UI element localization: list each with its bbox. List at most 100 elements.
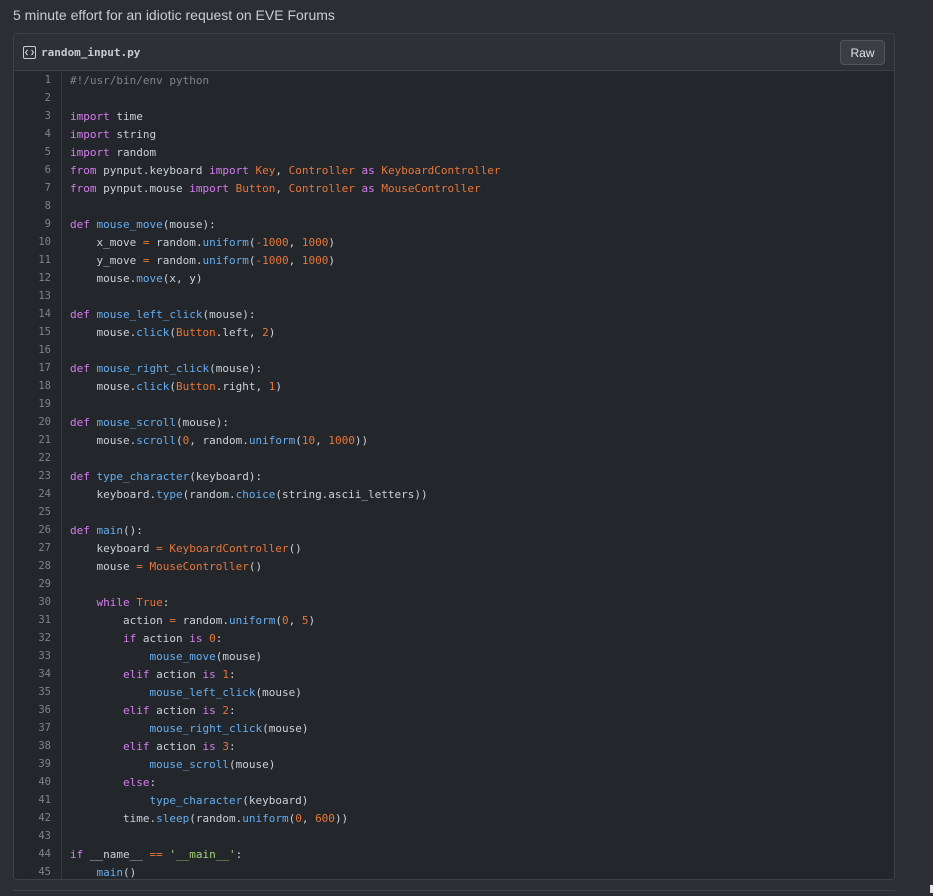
line-number[interactable]: 35	[14, 686, 51, 698]
line-number[interactable]: 16	[14, 344, 51, 356]
raw-button[interactable]: Raw	[840, 40, 885, 65]
code-token: string	[109, 127, 157, 141]
code-token: time	[109, 109, 143, 123]
line-number[interactable]: 4	[14, 128, 51, 140]
code-line: 23 def type_character(keyboard):	[14, 467, 894, 485]
line-number[interactable]: 26	[14, 524, 51, 536]
line-number[interactable]: 38	[14, 740, 51, 752]
line-number[interactable]: 6	[14, 164, 51, 176]
code-token: uniform	[202, 235, 249, 249]
file-name-link[interactable]: random_input.py	[41, 46, 140, 59]
code-token: is	[202, 667, 216, 681]
line-number[interactable]: 45	[14, 866, 51, 878]
code-token: mouse.	[70, 379, 137, 393]
line-number[interactable]: 21	[14, 434, 51, 446]
line-number[interactable]: 41	[14, 794, 51, 806]
line-number[interactable]: 20	[14, 416, 51, 428]
line-number[interactable]: 22	[14, 452, 51, 464]
code-token: Controller	[288, 181, 355, 195]
line-number[interactable]: 31	[14, 614, 51, 626]
code-text: mouse.click(Button.left, 2)	[70, 326, 275, 339]
code-line: 8	[14, 197, 894, 215]
code-token: click	[136, 379, 170, 393]
line-number[interactable]: 14	[14, 308, 51, 320]
line-number[interactable]: 5	[14, 146, 51, 158]
line-number[interactable]: 40	[14, 776, 51, 788]
code-token: elif	[122, 667, 150, 681]
code-text: keyboard = KeyboardController()	[70, 542, 301, 555]
code-token: True	[136, 595, 163, 609]
code-token: ()	[248, 559, 263, 573]
line-number[interactable]: 42	[14, 812, 51, 824]
code-file-icon	[23, 45, 36, 59]
line-number[interactable]: 11	[14, 254, 51, 266]
line-number[interactable]: 10	[14, 236, 51, 248]
code-token: mouse_move	[149, 649, 216, 663]
code-token: def	[70, 361, 90, 375]
code-line: 17 def mouse_right_click(mouse):	[14, 359, 894, 377]
code-text: y_move = random.uniform(-1000, 1000)	[70, 253, 334, 267]
line-number[interactable]: 9	[14, 218, 51, 230]
code-token: __name__	[83, 847, 150, 861]
code-token: (mouse):	[162, 217, 216, 231]
code-token: choice	[235, 487, 276, 501]
code-text: from pynput.keyboard import Key, Control…	[70, 164, 501, 177]
code-token: (keyboard):	[189, 469, 263, 483]
code-token: ,	[275, 163, 289, 177]
code-line: 11 y_move = random.uniform(-1000, 1000)	[14, 251, 894, 269]
line-number[interactable]: 44	[14, 848, 51, 860]
line-number[interactable]: 29	[14, 578, 51, 590]
code-token: def	[70, 523, 90, 537]
line-number[interactable]: 1	[14, 74, 51, 86]
line-number[interactable]: 24	[14, 488, 51, 500]
code-line: 43	[14, 827, 894, 845]
line-number[interactable]: 25	[14, 506, 51, 518]
code-token: random.	[149, 235, 203, 249]
line-number[interactable]: 7	[14, 182, 51, 194]
line-number[interactable]: 34	[14, 668, 51, 680]
code-text: mouse.click(Button.right, 1)	[70, 379, 281, 393]
line-number[interactable]: 32	[14, 632, 51, 644]
code-token: #!/usr/bin/env python	[70, 73, 210, 87]
line-number[interactable]: 2	[14, 92, 51, 104]
code-token: ))	[354, 433, 369, 447]
line-number[interactable]: 36	[14, 704, 51, 716]
line-number[interactable]: 18	[14, 380, 51, 392]
line-number[interactable]: 28	[14, 560, 51, 572]
code-line: 39 mouse_scroll(mouse)	[14, 755, 894, 773]
code-token: Controller	[288, 163, 355, 177]
code-token: .left,	[215, 325, 263, 339]
code-token: ,	[288, 253, 302, 267]
line-number[interactable]: 37	[14, 722, 51, 734]
code-line: 28 mouse = MouseController()	[14, 557, 894, 575]
code-text: def main():	[70, 524, 143, 537]
line-number[interactable]: 19	[14, 398, 51, 410]
line-number[interactable]: 15	[14, 326, 51, 338]
line-number[interactable]: 12	[14, 272, 51, 284]
line-number[interactable]: 43	[14, 830, 51, 842]
line-number[interactable]: 13	[14, 290, 51, 302]
line-number[interactable]: 17	[14, 362, 51, 374]
line-number[interactable]: 8	[14, 200, 51, 212]
line-number[interactable]: 23	[14, 470, 51, 482]
code-token: mouse_right_click	[96, 361, 210, 375]
code-token: (mouse)	[255, 685, 302, 699]
line-number[interactable]: 3	[14, 110, 51, 122]
code-text: if action is 0:	[70, 632, 222, 645]
code-text: action = random.uniform(0, 5)	[70, 614, 315, 627]
code-token: 2	[222, 703, 229, 717]
code-token: :	[215, 631, 223, 645]
line-number[interactable]: 27	[14, 542, 51, 554]
code-token: (	[275, 613, 282, 627]
line-number[interactable]: 33	[14, 650, 51, 662]
line-number[interactable]: 39	[14, 758, 51, 770]
line-number[interactable]: 30	[14, 596, 51, 608]
code-token: MouseController	[149, 559, 249, 573]
code-token: random.	[149, 253, 203, 267]
divider	[13, 890, 895, 891]
code-token: (mouse)	[228, 757, 276, 771]
